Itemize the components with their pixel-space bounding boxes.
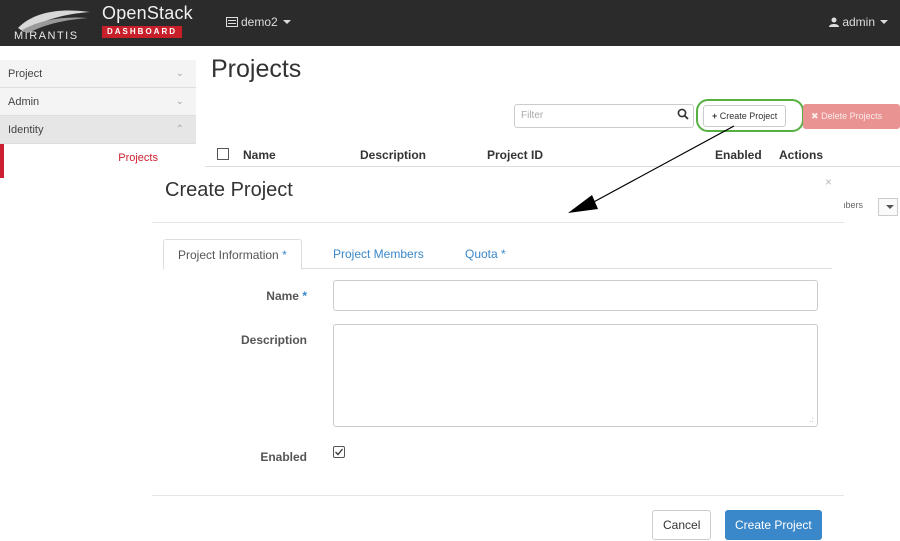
required-marker: *: [282, 248, 287, 262]
resize-handle-icon[interactable]: .:: [810, 415, 814, 424]
modal-title: Create Project: [165, 179, 293, 201]
column-header-description[interactable]: Description: [360, 148, 426, 162]
delete-projects-label: Delete Projects: [821, 111, 883, 121]
project-switcher-label: demo2: [241, 15, 278, 29]
column-header-actions: Actions: [779, 148, 824, 162]
row-action-dropdown[interactable]: [878, 198, 898, 216]
required-marker: *: [302, 289, 307, 303]
description-label: Description: [240, 333, 307, 347]
tab-project-information[interactable]: Project Information *: [163, 239, 302, 270]
top-navbar: MIRANTIS OpenStack DASHBOARD demo2 admin: [0, 0, 900, 46]
caret-down-icon: [886, 205, 894, 209]
enabled-label: Enabled: [260, 450, 307, 464]
modal-divider: [152, 495, 844, 496]
name-label: Name *: [266, 289, 307, 303]
sidebar-item-admin[interactable]: Admin ⌄: [0, 88, 196, 116]
column-header-name[interactable]: Name: [243, 148, 276, 162]
sidebar-item-project[interactable]: Project ⌄: [0, 60, 196, 88]
required-marker: *: [501, 247, 506, 261]
tab-project-members[interactable]: Project Members: [319, 239, 438, 269]
sidebar-item-label: Admin: [8, 96, 40, 108]
tab-label: Project Information: [178, 248, 279, 262]
close-icon[interactable]: ×: [825, 175, 832, 189]
filter-input[interactable]: Filter: [514, 104, 694, 128]
caret-down-icon: [282, 20, 291, 24]
column-header-project-id[interactable]: Project ID: [487, 148, 543, 162]
checkmark-icon: [335, 448, 344, 456]
tab-label: Quota: [465, 247, 498, 261]
sidebar-item-identity[interactable]: Identity ⌃: [0, 116, 196, 144]
sidebar-item-label: Project: [8, 68, 43, 80]
modal-tabs: Project Information * Project Members Qu…: [163, 239, 832, 270]
chevron-down-icon: ⌄: [175, 68, 184, 79]
sidebar: Project ⌄ Admin ⌄ Identity ⌃ Projects: [0, 60, 196, 178]
enabled-checkbox[interactable]: [333, 446, 345, 458]
modal-divider: [152, 222, 844, 223]
create-project-modal: Create Project × Project Information * P…: [152, 167, 844, 541]
select-all-checkbox[interactable]: [217, 148, 229, 160]
chevron-down-icon: ⌄: [175, 96, 184, 107]
brand-dashboard-badge: DASHBOARD: [102, 26, 182, 38]
close-icon: ✖: [811, 111, 819, 121]
delete-projects-button[interactable]: ✖ Delete Projects: [803, 104, 900, 129]
row-action-button[interactable]: mbers: [838, 200, 878, 216]
project-switcher[interactable]: demo2: [226, 15, 291, 29]
cancel-button[interactable]: Cancel: [652, 510, 712, 540]
column-header-enabled[interactable]: Enabled: [715, 148, 762, 162]
highlight-ring: [696, 99, 804, 132]
chevron-up-icon: ⌃: [175, 124, 184, 135]
search-icon[interactable]: [677, 108, 689, 120]
create-project-submit-button[interactable]: Create Project: [725, 510, 822, 540]
name-label-text: Name: [266, 289, 299, 303]
page-title: Projects: [211, 55, 302, 83]
brand-openstack: OpenStack: [102, 3, 193, 23]
sidebar-item-label: Identity: [8, 124, 44, 136]
tab-label: Project Members: [333, 247, 424, 261]
project-list-icon: [226, 17, 238, 27]
user-icon: [829, 17, 840, 27]
brand-mirantis: MIRANTIS: [14, 30, 79, 42]
user-menu[interactable]: admin: [829, 15, 888, 29]
name-input[interactable]: [333, 280, 818, 311]
caret-down-icon: [880, 20, 888, 24]
user-menu-label: admin: [842, 15, 875, 29]
sidebar-subitem-label: Projects: [118, 152, 158, 164]
description-textarea[interactable]: .:: [333, 324, 818, 427]
tab-quota[interactable]: Quota *: [451, 239, 520, 269]
